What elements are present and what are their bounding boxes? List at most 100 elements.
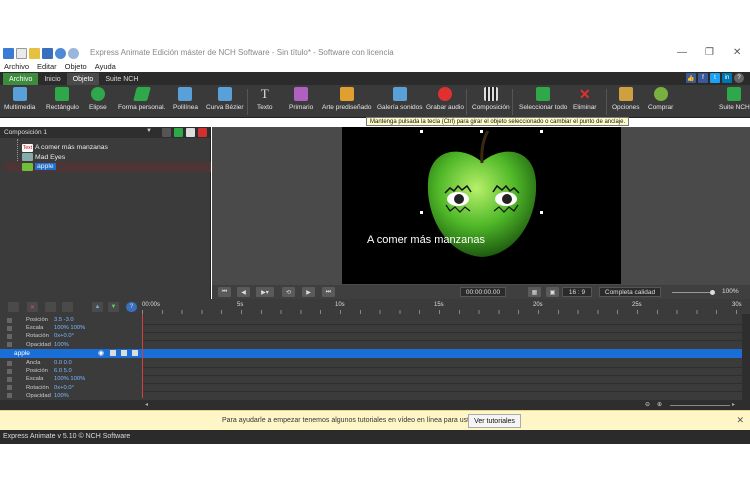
zoom-slider-knob[interactable] xyxy=(710,290,715,295)
copy-icon[interactable] xyxy=(62,302,73,312)
save-icon[interactable] xyxy=(42,47,53,59)
property-row-scale[interactable]: Escala 100% 100% xyxy=(0,375,142,383)
property-value[interactable]: 3.5 -3.0 xyxy=(54,317,74,323)
safe-area-icon[interactable]: ▣ xyxy=(546,287,559,297)
keyframe-nav-icon[interactable] xyxy=(7,325,12,331)
property-row-opacity[interactable]: Opacidad 100% xyxy=(0,341,142,349)
primitive-button[interactable]: Primario xyxy=(289,87,313,111)
maximize-button[interactable]: ❐ xyxy=(705,47,714,58)
selection-handle[interactable] xyxy=(540,130,543,133)
play-button[interactable]: ▶▾ xyxy=(256,287,274,297)
preview-canvas[interactable]: A comer más manzanas xyxy=(342,127,621,284)
bezier-button[interactable]: Curva Bézier xyxy=(206,87,244,111)
lock-icon[interactable] xyxy=(110,350,116,356)
previous-frame-button[interactable]: ◀ xyxy=(237,287,250,297)
keyframe-nav-icon[interactable] xyxy=(7,385,12,391)
menu-ayuda[interactable]: Ayuda xyxy=(95,62,116,72)
open-folder-icon[interactable] xyxy=(29,47,40,59)
keyframe-nav-icon[interactable] xyxy=(7,342,12,348)
keyframe-nav-icon[interactable] xyxy=(7,360,12,366)
menu-editar[interactable]: Editar xyxy=(37,62,57,72)
go-to-start-button[interactable]: ⏮ xyxy=(218,287,231,297)
ellipse-button[interactable]: Elipse xyxy=(89,87,107,111)
property-row-scale[interactable]: Escala 100% 100% xyxy=(0,324,142,332)
quality-select[interactable]: Completa calidad xyxy=(599,287,661,297)
remove-keyframe-icon[interactable]: ✕ xyxy=(27,302,38,312)
help-icon[interactable]: ? xyxy=(734,73,744,83)
tree-item-text[interactable]: Text A comer más manzanas xyxy=(22,143,211,153)
tab-archivo[interactable]: Archivo xyxy=(3,73,39,85)
loop-button[interactable]: ⟲ xyxy=(282,287,295,297)
property-row-rotation[interactable]: Rotación 0x+0.0° xyxy=(0,384,142,392)
sound-gallery-button[interactable]: Galería sonidos xyxy=(377,87,423,111)
keyframe-nav-icon[interactable] xyxy=(7,393,12,399)
selection-handle[interactable] xyxy=(540,211,543,214)
delete-scene-icon[interactable] xyxy=(198,128,207,137)
duplicate-scene-icon[interactable] xyxy=(186,128,195,137)
keyframe-nav-icon[interactable] xyxy=(7,333,12,339)
clipart-button[interactable]: Arte prediseñado xyxy=(322,87,372,111)
chevron-down-icon[interactable]: ▼ xyxy=(146,128,152,134)
keyframe-nav-icon[interactable] xyxy=(7,376,12,382)
tree-item-apple[interactable]: apple xyxy=(4,162,211,172)
view-tutorials-button[interactable]: Ver tutoriales xyxy=(468,414,521,428)
linkedin-icon[interactable]: in xyxy=(722,73,732,83)
select-all-button[interactable]: Seleccionar todo xyxy=(519,87,567,111)
buy-button[interactable]: Comprar xyxy=(648,87,673,111)
delete-button[interactable]: ✕ Eliminar xyxy=(573,87,596,111)
property-row-anchor[interactable]: Ancla 0.0 0.0 xyxy=(0,359,142,367)
selection-handle[interactable] xyxy=(480,130,483,133)
property-value[interactable]: 100% xyxy=(54,393,69,399)
timeline-horizontal-scrollbar[interactable]: ◂ ▸ ⊖ ⊕ xyxy=(0,400,750,410)
twitter-icon[interactable]: t xyxy=(710,73,720,83)
add-scene-icon[interactable] xyxy=(174,128,183,137)
timeline-layer-apple[interactable]: apple ◉ xyxy=(0,349,742,358)
layer-settings-icon[interactable] xyxy=(132,350,138,356)
zoom-slider[interactable] xyxy=(672,290,715,295)
property-value[interactable]: 100% xyxy=(54,342,69,348)
close-icon[interactable]: ✕ xyxy=(736,415,744,426)
text-button[interactable]: T Texto xyxy=(257,87,273,112)
property-value[interactable]: 0x+0.0° xyxy=(54,333,74,339)
tab-suite-nch[interactable]: Suite NCH xyxy=(99,73,144,85)
keyframe-nav-icon[interactable] xyxy=(7,368,12,374)
property-row-position[interactable]: Posición 3.5 -3.0 xyxy=(0,316,142,324)
menu-objeto[interactable]: Objeto xyxy=(65,62,87,72)
timeline-help-icon[interactable]: ? xyxy=(126,302,137,312)
timeline-ruler[interactable]: 00:00s 5s 10s 15s 20s 25s 30s xyxy=(142,299,750,314)
property-value[interactable]: 100% 100% xyxy=(54,325,85,331)
playhead[interactable] xyxy=(142,314,143,398)
options-button[interactable]: Opciones xyxy=(612,87,639,111)
tab-inicio[interactable]: Inicio xyxy=(38,73,66,85)
property-value[interactable]: 0.0 0.0 xyxy=(54,360,72,366)
zoom-in-timeline-icon[interactable]: ⊕ xyxy=(657,401,662,408)
redo-icon[interactable] xyxy=(68,47,79,59)
scene-settings-icon[interactable] xyxy=(162,128,171,137)
custom-shape-button[interactable]: Forma personal. xyxy=(118,87,165,111)
timeline-vertical-scrollbar[interactable] xyxy=(742,314,750,402)
composition-selector[interactable]: Composición 1 ▼ xyxy=(0,127,210,138)
minimize-button[interactable]: — xyxy=(677,47,687,58)
property-value[interactable]: 0x+0.0° xyxy=(54,385,74,391)
layer-options-icon[interactable] xyxy=(121,350,127,356)
keyframe-nav-icon[interactable] xyxy=(7,317,12,323)
close-button[interactable]: ✕ xyxy=(733,47,741,58)
selection-handle[interactable] xyxy=(420,211,423,214)
new-file-icon[interactable] xyxy=(16,47,27,59)
timeline-zoom-slider[interactable] xyxy=(670,405,730,406)
rectangle-button[interactable]: Rectángulo xyxy=(46,87,79,111)
scroll-left-icon[interactable]: ◂ xyxy=(145,401,148,408)
eye-icon[interactable]: ◉ xyxy=(98,349,104,358)
move-down-icon[interactable]: ▼ xyxy=(108,302,119,312)
scroll-right-icon[interactable]: ▸ xyxy=(732,401,735,408)
move-up-icon[interactable]: ▲ xyxy=(92,302,103,312)
property-row-rotation[interactable]: Rotación 0x+0.0° xyxy=(0,332,142,340)
selection-handle[interactable] xyxy=(420,130,423,133)
property-row-opacity[interactable]: Opacidad 100% xyxy=(0,392,142,400)
facebook-icon[interactable]: f xyxy=(698,73,708,83)
property-row-position[interactable]: Posición 6.0 5.0 xyxy=(0,367,142,375)
polyline-button[interactable]: Polilínea xyxy=(173,87,198,111)
record-audio-button[interactable]: Grabar audio xyxy=(426,87,464,111)
nch-suite-button[interactable]: Suite NCH xyxy=(719,87,750,111)
add-keyframe-icon[interactable] xyxy=(8,302,19,312)
